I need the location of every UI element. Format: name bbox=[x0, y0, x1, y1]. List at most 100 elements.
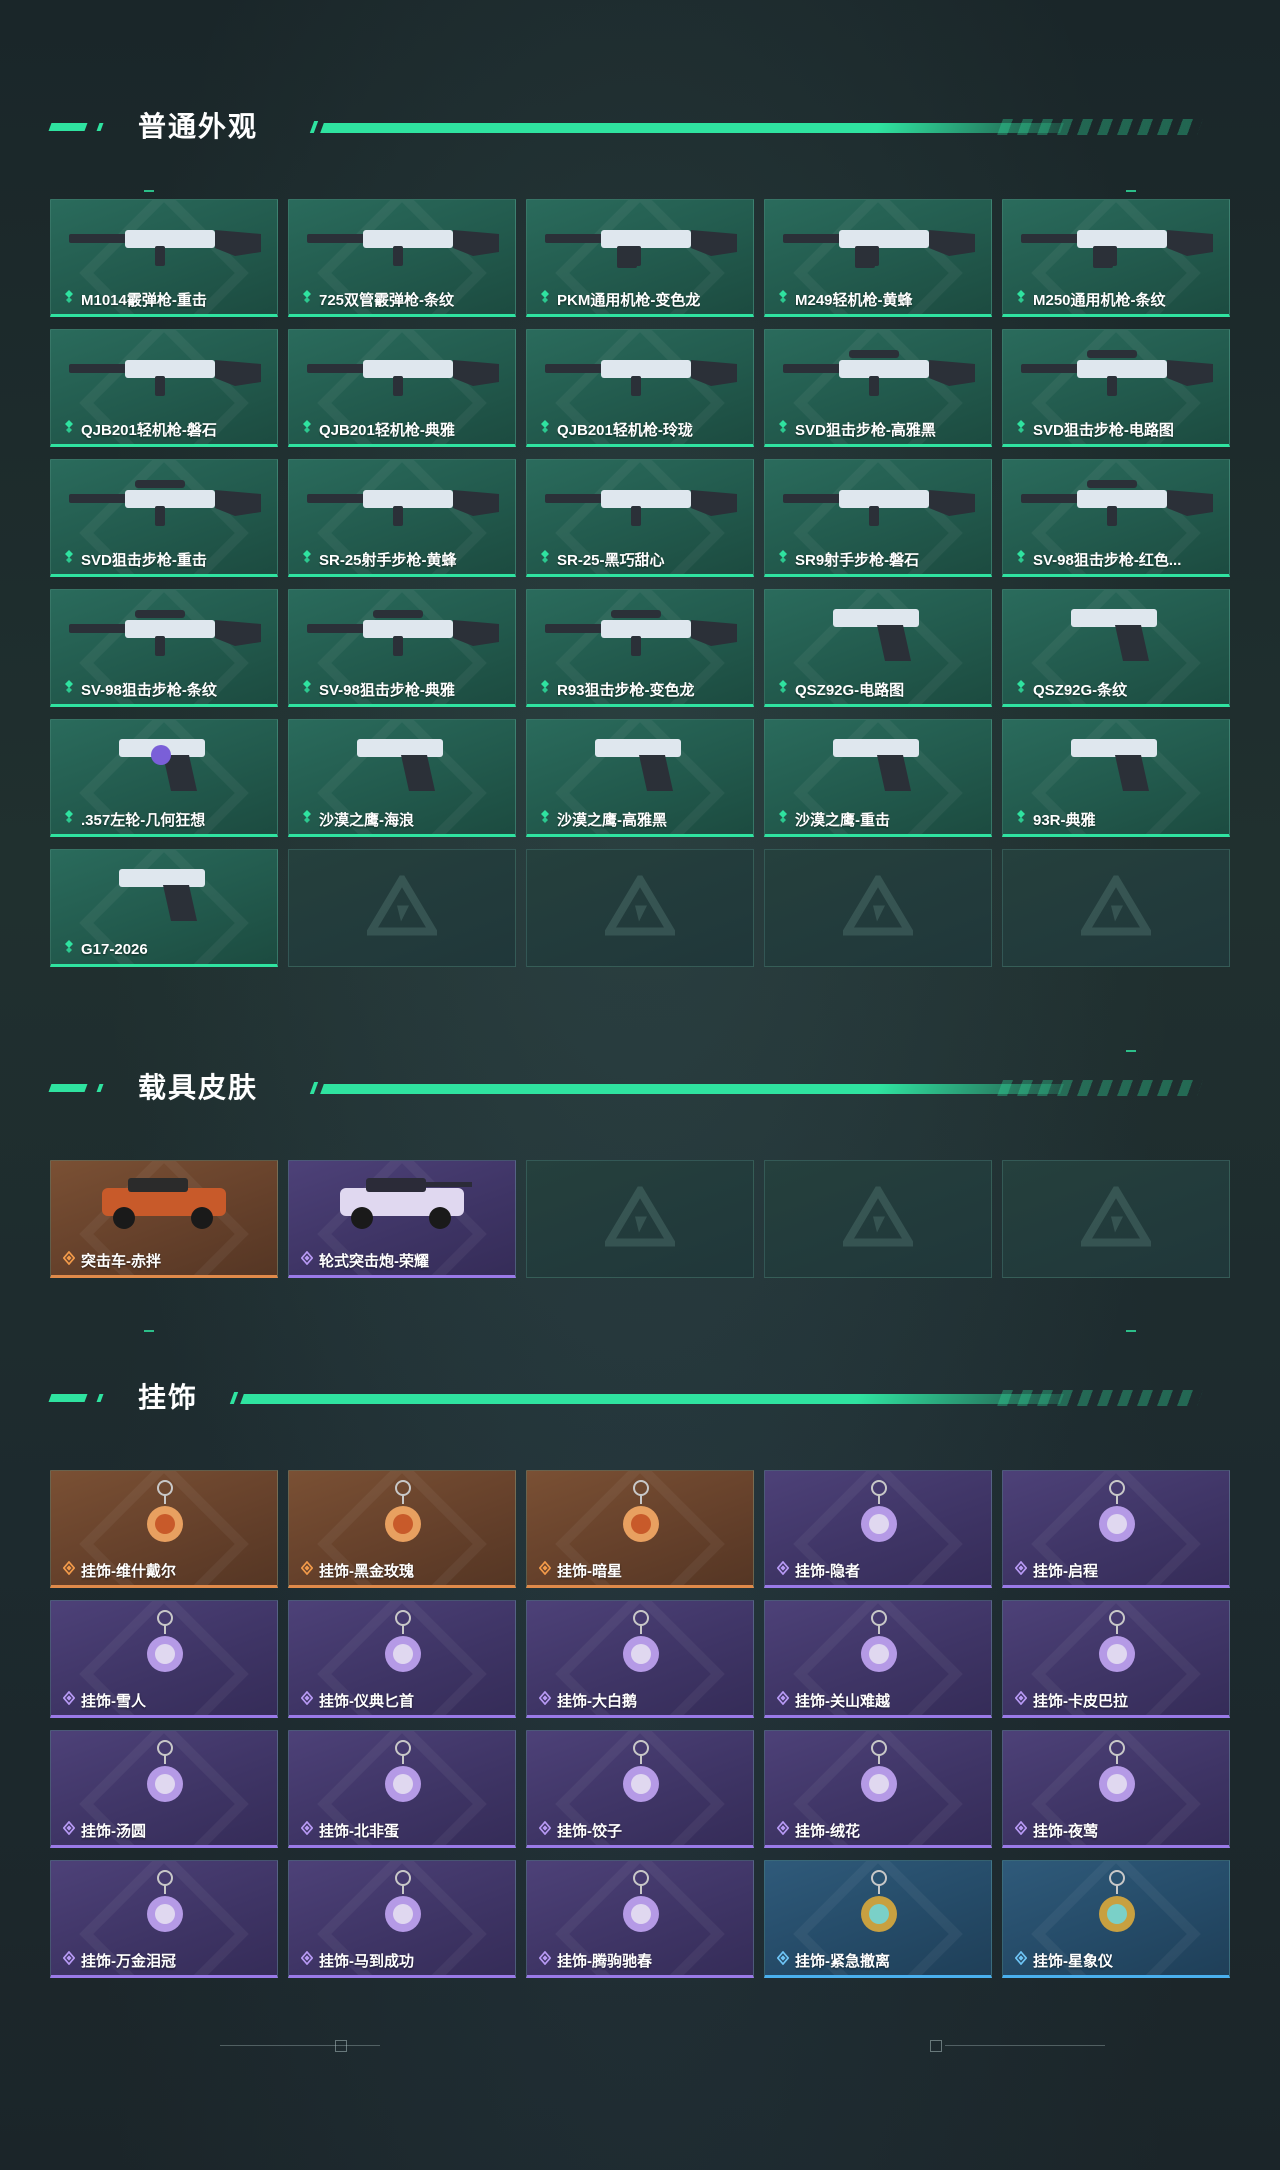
skin-card[interactable]: 挂饰-饺子 bbox=[526, 1730, 754, 1848]
charm-icon bbox=[537, 1609, 745, 1677]
charm-icon bbox=[61, 1739, 269, 1807]
skin-card[interactable]: G17-2026 bbox=[50, 849, 278, 967]
card-label-row: 沙漠之鹰-海浪 bbox=[301, 809, 507, 829]
rarity-diamond-icon bbox=[63, 809, 75, 829]
skin-card[interactable]: 挂饰-关山难越 bbox=[764, 1600, 992, 1718]
skin-name: 挂饰-黑金玫瑰 bbox=[319, 1562, 414, 1580]
rarity-diamond-icon bbox=[777, 549, 789, 569]
skin-card[interactable]: 挂饰-万金泪冠 bbox=[50, 1860, 278, 1978]
skin-card[interactable]: 挂饰-隐者 bbox=[764, 1470, 992, 1588]
skin-card[interactable]: 挂饰-绒花 bbox=[764, 1730, 992, 1848]
charm-icon bbox=[1013, 1609, 1221, 1677]
skin-card[interactable]: 轮式突击炮-荣耀 bbox=[288, 1160, 516, 1278]
skin-card[interactable]: 挂饰-紧急撤离 bbox=[764, 1860, 992, 1978]
card-label-row: 沙漠之鹰-重击 bbox=[777, 809, 983, 829]
section-title: 载具皮肤 bbox=[138, 1072, 259, 1103]
empty-slot bbox=[1002, 849, 1230, 967]
skin-card[interactable]: 突击车-赤拌 bbox=[50, 1160, 278, 1278]
skin-card[interactable]: 挂饰-启程 bbox=[1002, 1470, 1230, 1588]
rarity-diamond-icon bbox=[301, 289, 313, 309]
header-accent bbox=[96, 1084, 104, 1092]
skin-name: 挂饰-关山难越 bbox=[795, 1692, 890, 1710]
card-label-row: QSZ92G-电路图 bbox=[777, 679, 983, 699]
skin-name: PKM通用机枪-变色龙 bbox=[557, 291, 701, 309]
skin-card[interactable]: QJB201轻机枪-磐石 bbox=[50, 329, 278, 447]
skin-card[interactable]: SR-25射手步枪-黄蜂 bbox=[288, 459, 516, 577]
skin-card[interactable]: M250通用机枪-条纹 bbox=[1002, 199, 1230, 317]
skin-card[interactable]: 93R-典雅 bbox=[1002, 719, 1230, 837]
skin-name: QJB201轻机枪-磐石 bbox=[81, 421, 217, 439]
skin-name: 挂饰-大白鹅 bbox=[557, 1692, 637, 1710]
skin-card[interactable]: M1014霰弹枪-重击 bbox=[50, 199, 278, 317]
skin-card[interactable]: 挂饰-大白鹅 bbox=[526, 1600, 754, 1718]
charm-icon bbox=[1013, 1869, 1221, 1937]
sniper-icon bbox=[61, 468, 269, 536]
header-accent bbox=[309, 121, 319, 133]
header-bar bbox=[320, 1084, 1064, 1094]
skin-card[interactable]: 挂饰-暗星 bbox=[526, 1470, 754, 1588]
skin-card[interactable]: QSZ92G-电路图 bbox=[764, 589, 992, 707]
skin-card[interactable]: 挂饰-星象仪 bbox=[1002, 1860, 1230, 1978]
skin-card[interactable]: SV-98狙击步枪-红色... bbox=[1002, 459, 1230, 577]
skin-name: SV-98狙击步枪-条纹 bbox=[81, 681, 217, 699]
skin-card[interactable]: SVD狙击步枪-重击 bbox=[50, 459, 278, 577]
skin-card[interactable]: SV-98狙击步枪-条纹 bbox=[50, 589, 278, 707]
skin-card[interactable]: QJB201轻机枪-玲珑 bbox=[526, 329, 754, 447]
skin-card[interactable]: 挂饰-马到成功 bbox=[288, 1860, 516, 1978]
rarity-diamond-icon bbox=[777, 289, 789, 309]
rarity-diamond-icon bbox=[539, 809, 551, 829]
skin-name: SV-98狙击步枪-典雅 bbox=[319, 681, 455, 699]
charm-icon bbox=[775, 1609, 983, 1677]
skin-card[interactable]: M249轻机枪-黄蜂 bbox=[764, 199, 992, 317]
rarity-diamond-icon bbox=[1015, 549, 1027, 569]
skin-card[interactable]: 725双管霰弹枪-条纹 bbox=[288, 199, 516, 317]
pistol-icon bbox=[1013, 728, 1221, 796]
card-label-row: SV-98狙击步枪-条纹 bbox=[63, 679, 269, 699]
skin-card[interactable]: 沙漠之鹰-海浪 bbox=[288, 719, 516, 837]
skin-card[interactable]: 挂饰-汤圆 bbox=[50, 1730, 278, 1848]
skin-card[interactable]: SR9射手步枪-磐石 bbox=[764, 459, 992, 577]
skin-card[interactable]: 挂饰-维什戴尔 bbox=[50, 1470, 278, 1588]
charm-icon bbox=[61, 1609, 269, 1677]
rarity-diamond-icon bbox=[301, 679, 313, 699]
machine-gun-icon bbox=[537, 208, 745, 276]
skin-card[interactable]: 挂饰-雪人 bbox=[50, 1600, 278, 1718]
skin-card[interactable]: .357左轮-几何狂想 bbox=[50, 719, 278, 837]
card-label-row: 挂饰-暗星 bbox=[538, 1560, 745, 1580]
skin-name: 93R-典雅 bbox=[1033, 811, 1096, 829]
skin-name: 沙漠之鹰-高雅黑 bbox=[557, 811, 667, 829]
card-label-row: G17-2026 bbox=[63, 939, 269, 958]
sniper-icon bbox=[537, 598, 745, 666]
rifle-icon bbox=[775, 468, 983, 536]
skin-card[interactable]: SV-98狙击步枪-典雅 bbox=[288, 589, 516, 707]
pistol-icon bbox=[1013, 598, 1221, 666]
skin-card[interactable]: 挂饰-北非蛋 bbox=[288, 1730, 516, 1848]
charm-icon bbox=[537, 1739, 745, 1807]
header-pattern bbox=[997, 119, 1203, 135]
skin-card[interactable]: SR-25-黑巧甜心 bbox=[526, 459, 754, 577]
skin-card[interactable]: 挂饰-腾驹驰春 bbox=[526, 1860, 754, 1978]
skin-name: .357左轮-几何狂想 bbox=[81, 811, 206, 829]
skin-name: M249轻机枪-黄蜂 bbox=[795, 291, 913, 309]
skin-card[interactable]: SVD狙击步枪-电路图 bbox=[1002, 329, 1230, 447]
card-label-row: SR-25-黑巧甜心 bbox=[539, 549, 745, 569]
skin-card[interactable]: R93狙击步枪-变色龙 bbox=[526, 589, 754, 707]
rarity-diamond-icon bbox=[63, 419, 75, 439]
skin-card[interactable]: QJB201轻机枪-典雅 bbox=[288, 329, 516, 447]
skin-card[interactable]: 沙漠之鹰-高雅黑 bbox=[526, 719, 754, 837]
skin-card[interactable]: QSZ92G-条纹 bbox=[1002, 589, 1230, 707]
skin-card[interactable]: 沙漠之鹰-重击 bbox=[764, 719, 992, 837]
skin-card[interactable]: SVD狙击步枪-高雅黑 bbox=[764, 329, 992, 447]
skin-card[interactable]: 挂饰-卡皮巴拉 bbox=[1002, 1600, 1230, 1718]
skin-card[interactable]: 挂饰-黑金玫瑰 bbox=[288, 1470, 516, 1588]
card-label-row: 挂饰-隐者 bbox=[776, 1560, 983, 1580]
section-header-normal: 普通外观 bbox=[48, 107, 1203, 147]
shotgun-icon bbox=[299, 208, 507, 276]
skin-card[interactable]: PKM通用机枪-变色龙 bbox=[526, 199, 754, 317]
charm-icon bbox=[299, 1479, 507, 1547]
card-label-row: .357左轮-几何狂想 bbox=[63, 809, 269, 829]
sniper-icon bbox=[1013, 338, 1221, 406]
skin-card[interactable]: 挂饰-仪典匕首 bbox=[288, 1600, 516, 1718]
header-accent bbox=[48, 123, 88, 131]
skin-card[interactable]: 挂饰-夜莺 bbox=[1002, 1730, 1230, 1848]
